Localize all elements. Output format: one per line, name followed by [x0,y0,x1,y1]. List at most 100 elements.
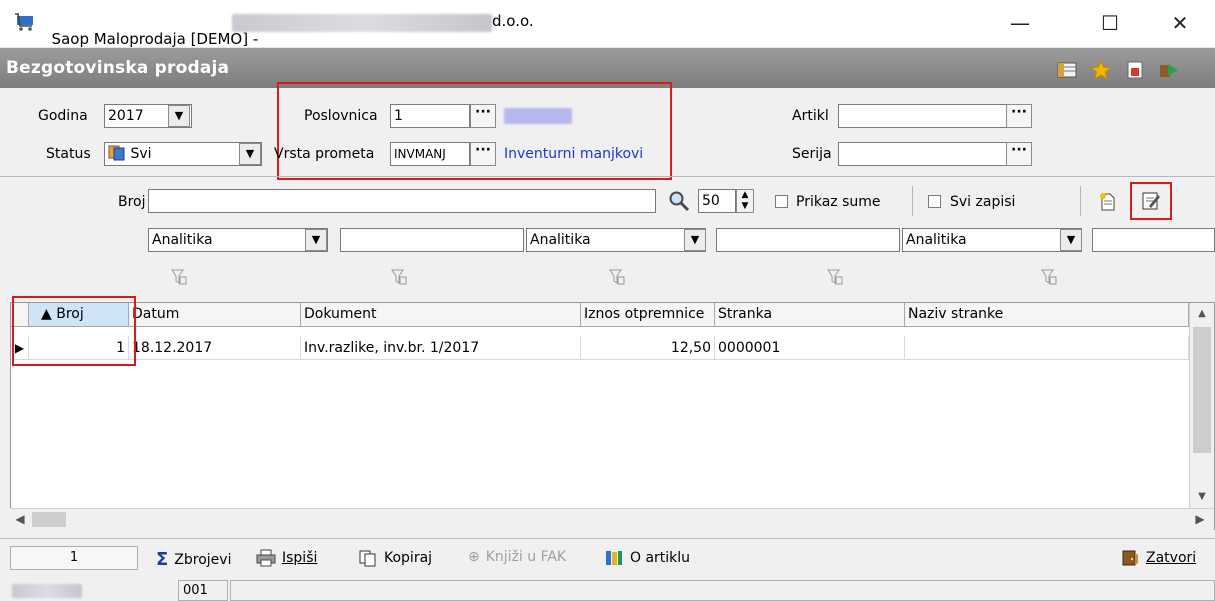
divider [912,186,913,216]
divider [0,176,1215,177]
svi-zapisi-checkbox[interactable] [928,195,941,208]
divider [1080,186,1081,216]
scroll-thumb[interactable] [1193,327,1211,453]
page-size-stepper[interactable]: ▲ ▼ [736,189,754,213]
zbrojevi-label: Zbrojevi [174,551,232,568]
close-door-icon [1122,550,1138,566]
zatvori-button[interactable]: Zatvori [1120,549,1196,567]
chevron-down-icon[interactable]: ▼ [1060,229,1082,251]
filter-icon[interactable] [1040,268,1058,286]
maximize-button[interactable]: ☐ [1090,6,1130,40]
printer-icon [256,549,276,567]
prikaz-sume-checkbox[interactable] [775,195,788,208]
ispisi-button[interactable]: Ispiši [256,549,317,567]
horizontal-scrollbar[interactable]: ◀ ▶ [10,508,1214,530]
vrsta-prometa-browse-button[interactable]: ··· [470,142,496,166]
artikl-browse-button[interactable]: ··· [1006,104,1032,128]
o-artiklu-button[interactable]: O artiklu [604,549,690,567]
zbrojevi-button[interactable]: Σ Zbrojevi [156,549,231,570]
status-code: 001 [178,580,228,601]
poslovnica-label: Poslovnica [304,108,378,124]
exit-icon[interactable] [1158,60,1180,80]
status-value: Svi [130,146,152,162]
analitika-value-1[interactable] [340,228,524,252]
vrsta-prometa-description: Inventurni manjkovi [504,146,644,162]
column-header-datum[interactable]: Datum [129,303,301,327]
export-icon[interactable] [1124,60,1146,80]
cell-dokument[interactable]: Inv.razlike, inv.br. 1/2017 [301,336,581,360]
poslovnica-browse-button[interactable]: ··· [470,104,496,128]
close-button[interactable]: ✕ [1160,6,1200,40]
filter-icon[interactable] [170,268,188,286]
analitika-select-3[interactable]: Analitika [902,228,1082,252]
chevron-down-icon[interactable]: ▼ [239,143,261,165]
star-icon[interactable] [1090,60,1112,80]
broj-search-input[interactable] [148,189,656,213]
scroll-left-arrow[interactable]: ◀ [10,509,30,529]
divider [0,538,1215,539]
filter-icon[interactable] [826,268,844,286]
kopiraj-button[interactable]: Kopiraj [358,549,432,567]
column-header-iznos[interactable]: Iznos otpremnice [581,303,715,327]
artikl-label: Artikl [792,108,829,124]
highlight-box-broj [12,296,136,366]
cell-stranka[interactable]: 0000001 [715,336,905,360]
module-title: Bezgotovinska prodaja [6,58,230,78]
cell-iznos[interactable]: 12,50 [581,336,715,360]
analitika-select-2[interactable]: Analitika [526,228,706,252]
vertical-scrollbar[interactable]: ▲ ▼ [1189,303,1214,508]
filter-icon[interactable] [390,268,408,286]
copy-icon [359,550,376,567]
new-document-icon[interactable] [1098,192,1118,212]
filter-icon[interactable] [608,268,626,286]
redacted-poslovnica-name [504,108,572,124]
search-icon[interactable] [668,190,690,212]
analitika-value-3[interactable] [1092,228,1215,252]
serija-browse-button[interactable]: ··· [1006,142,1032,166]
poslovnica-input[interactable]: 1 [390,104,470,128]
minimize-button[interactable]: — [1000,6,1040,40]
redacted-company-name [232,14,492,32]
redacted-status-user [12,584,82,598]
scroll-up-arrow[interactable]: ▲ [1190,303,1214,325]
books-icon [606,551,622,565]
chevron-down-icon[interactable]: ▼ [684,229,706,251]
post-icon: ⊕ [468,549,480,565]
columns-icon[interactable] [1056,60,1078,80]
column-header-naziv[interactable]: Naziv stranke [905,303,1189,327]
scroll-right-arrow[interactable]: ▶ [1190,509,1210,529]
chevron-down-icon[interactable]: ▼ [305,229,327,251]
zatvori-label: Zatvori [1146,550,1197,566]
chevron-down-icon[interactable]: ▼ [168,105,190,127]
shopping-cart-icon [15,13,33,31]
o-artiklu-label: O artiklu [630,550,691,566]
vrsta-prometa-input[interactable]: INVMANJ [390,142,470,166]
ispisi-label: Ispiši [282,550,318,566]
prikaz-sume-label: Prikaz sume [796,194,881,210]
svi-zapisi-label: Svi zapisi [950,194,1016,210]
scroll-thumb[interactable] [32,512,66,527]
serija-input[interactable] [838,142,1008,166]
broj-label: Broj [118,194,146,210]
vrsta-prometa-label: Vrsta prometa [274,146,375,162]
column-header-stranka[interactable]: Stranka [715,303,905,327]
status-message [230,580,1215,601]
serija-label: Serija [792,146,832,162]
sigma-icon: Σ [156,549,169,570]
column-header-dokument[interactable]: Dokument [301,303,581,327]
analitika-select-1[interactable]: Analitika [148,228,328,252]
window-title-suffix: d.o.o. [492,12,534,30]
analitika-value-2[interactable] [716,228,900,252]
status-label: Status [46,146,91,162]
kopiraj-label: Kopiraj [384,550,433,566]
godina-label: Godina [38,108,88,124]
artikl-input[interactable] [838,104,1008,128]
cell-datum[interactable]: 18.12.2017 [129,336,301,360]
page-size-input[interactable]: 50 [698,189,736,213]
window-title: Saop Maloprodaja [DEMO] - [51,30,259,48]
documents-icon [108,145,125,161]
knjizi-label: Knjiži u FAK [485,549,567,565]
edit-document-icon[interactable] [1140,190,1162,212]
cell-naziv[interactable] [905,336,1189,360]
scroll-down-arrow[interactable]: ▼ [1190,486,1214,508]
